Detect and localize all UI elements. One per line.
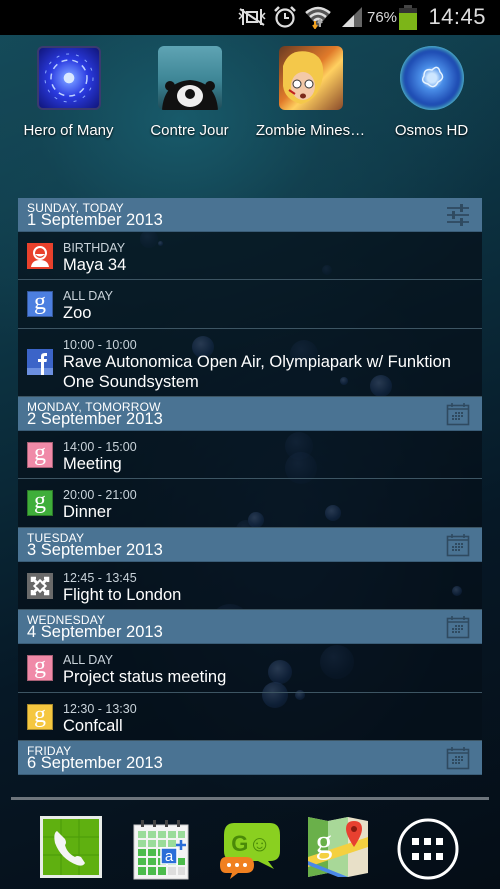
- event-item[interactable]: g 12:30 - 13:30 Confcall: [18, 693, 482, 741]
- day-date: 4 September 2013: [27, 623, 163, 641]
- event-title: Project status meeting: [63, 668, 227, 686]
- google-calendar-icon: g: [27, 441, 53, 468]
- app-hero-of-many[interactable]: Hero of Many: [6, 42, 131, 139]
- go-sms-icon[interactable]: G☺: [220, 821, 282, 881]
- event-time: 10:00 - 10:00: [63, 338, 137, 352]
- app-label: Osmos HD: [394, 122, 469, 139]
- app-contre-jour[interactable]: Contre Jour: [127, 42, 252, 139]
- mute-vibrate-icon: [238, 8, 266, 26]
- event-title: Maya 34: [63, 256, 127, 274]
- google-calendar-icon: g: [27, 654, 53, 681]
- wifi-icon: [305, 6, 331, 29]
- day-date: 6 September 2013: [27, 754, 163, 772]
- day-date: 1 September 2013: [27, 211, 163, 229]
- day-date: 3 September 2013: [27, 541, 163, 559]
- event-title: Rave Autonomica Open Air, Olympiapark w/…: [63, 353, 451, 391]
- google-calendar-icon: g: [27, 489, 53, 516]
- event-item[interactable]: g ALL DAY Project status meeting: [18, 644, 482, 693]
- svg-text:G☺: G☺: [231, 831, 271, 856]
- calendar-icon[interactable]: [446, 746, 470, 770]
- event-item[interactable]: g 14:00 - 15:00 Meeting: [18, 431, 482, 479]
- status-bar: 76% 14:45: [0, 0, 500, 35]
- google-calendar-icon: g: [27, 703, 53, 730]
- event-time: 14:00 - 15:00: [63, 440, 137, 454]
- facebook-icon: [27, 349, 53, 375]
- alarm-icon: [274, 6, 296, 28]
- calendar-icon[interactable]: [446, 615, 470, 639]
- day-header[interactable]: SUNDAY, TODAY 1 September 2013: [18, 198, 482, 232]
- birthday-contact-icon: [27, 243, 53, 269]
- osmos-hd-icon: [399, 46, 464, 110]
- maps-icon[interactable]: g: [308, 817, 368, 877]
- day-header[interactable]: WEDNESDAY 4 September 2013: [18, 610, 482, 644]
- event-title: Flight to London: [63, 586, 182, 604]
- zombie-minesweeper-icon: [278, 46, 343, 110]
- calendar-icon[interactable]: [446, 533, 470, 557]
- event-time: 12:45 - 13:45: [63, 571, 137, 585]
- app-zombie-minesweeper[interactable]: Zombie Mines…: [248, 42, 373, 139]
- event-item[interactable]: g 20:00 - 21:00 Dinner: [18, 479, 482, 528]
- event-item[interactable]: 12:45 - 13:45 Flight to London: [18, 562, 482, 610]
- battery-icon: [399, 5, 417, 30]
- day-header[interactable]: FRIDAY 6 September 2013: [18, 741, 482, 775]
- hero-of-many-icon: [36, 46, 101, 110]
- app-label: Zombie Mines…: [255, 122, 366, 139]
- battery-percent: 76%: [367, 9, 398, 26]
- signal-icon: [342, 7, 362, 27]
- event-time: ALL DAY: [63, 653, 114, 667]
- settings-sliders-icon[interactable]: [446, 203, 470, 227]
- dock-divider: [11, 797, 489, 800]
- day-header[interactable]: MONDAY, TOMORROW 2 September 2013: [18, 397, 482, 431]
- svg-text:g: g: [316, 824, 333, 861]
- clock: 14:45: [428, 4, 486, 29]
- app-label: Contre Jour: [150, 122, 229, 139]
- calendar-icon[interactable]: [446, 402, 470, 426]
- event-item[interactable]: BIRTHDAY Maya 34: [18, 232, 482, 280]
- app-drawer-icon[interactable]: [396, 817, 460, 881]
- event-title: Dinner: [63, 503, 112, 521]
- dock: a G☺ g: [0, 813, 500, 883]
- day-date: 2 September 2013: [27, 410, 163, 428]
- event-title: Zoo: [63, 304, 92, 322]
- phone-icon[interactable]: [39, 815, 103, 879]
- day-header[interactable]: TUESDAY 3 September 2013: [18, 528, 482, 562]
- contre-jour-icon: [157, 46, 222, 110]
- app-osmos-hd[interactable]: Osmos HD: [369, 42, 494, 139]
- event-item[interactable]: g ALL DAY Zoo: [18, 280, 482, 329]
- exchange-icon: [27, 573, 53, 599]
- event-title: Meeting: [63, 455, 122, 473]
- calendar-app-icon[interactable]: a: [133, 820, 189, 880]
- event-time: ALL DAY: [63, 289, 114, 303]
- event-item[interactable]: 10:00 - 10:00 Rave Autonomica Open Air, …: [18, 329, 482, 397]
- google-calendar-icon: g: [27, 290, 53, 317]
- event-time: 20:00 - 21:00: [63, 488, 137, 502]
- home-app-row: Hero of Many Contre Jour Zombie Mines… O…: [0, 42, 500, 152]
- event-title: Confcall: [63, 717, 123, 735]
- event-time: BIRTHDAY: [63, 241, 126, 255]
- calendar-widget: SUNDAY, TODAY 1 September 2013 BIRTHDAY …: [18, 198, 482, 775]
- svg-text:a: a: [165, 848, 174, 865]
- event-time: 12:30 - 13:30: [63, 702, 137, 716]
- app-label: Hero of Many: [23, 122, 114, 139]
